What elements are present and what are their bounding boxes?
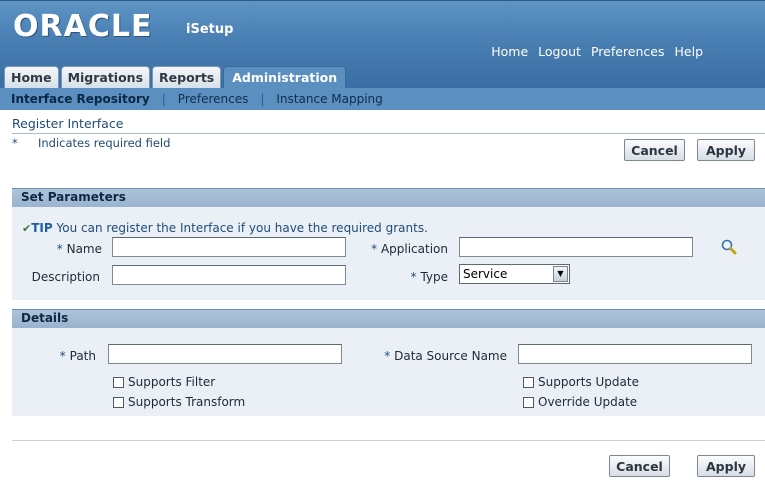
data-source-name-input[interactable] [518,344,752,364]
subtab-interface-repository[interactable]: Interface Repository [11,92,150,106]
required-marker: * [410,270,417,284]
required-marker: * [59,349,66,363]
cancel-button-bottom[interactable]: Cancel [609,455,670,477]
app-name: iSetup [186,22,234,37]
cancel-button-label: Cancel [631,142,678,158]
required-marker: * [56,242,63,256]
app-header: ORACLE iSetup Home Logout Preferences He… [0,0,765,89]
data-source-name-label-text: Data Source Name [394,349,507,363]
path-input[interactable] [108,344,342,364]
checkmark-icon: ✔ [22,222,32,235]
tab-administration[interactable]: Administration [223,66,347,89]
apply-button-bottom[interactable]: Apply [697,455,755,477]
subtab-preferences[interactable]: Preferences [178,92,249,106]
checkbox-box[interactable] [113,376,124,388]
application-input[interactable] [459,237,693,257]
checkbox-box[interactable] [523,396,534,408]
supports-filter-label: Supports Filter [128,375,216,389]
details-header: Details [12,309,765,328]
set-parameters-header: Set Parameters [12,188,765,207]
title-divider [12,133,765,134]
path-label-text: Path [69,349,96,363]
supports-update-checkbox[interactable]: Supports Update [523,375,639,389]
required-marker: * [371,242,378,256]
search-icon[interactable] [720,238,738,256]
global-link-logout[interactable]: Logout [538,44,581,59]
type-select[interactable]: Service ▼ [459,264,570,284]
tip-message: ✔TIP You can register the Interface if y… [22,221,428,235]
subtab-separator: | [161,92,166,106]
required-field-note: * Indicates required field [12,136,170,150]
required-star: * [12,136,18,150]
global-links: Home Logout Preferences Help [491,44,703,59]
type-label-text: Type [420,270,448,284]
checkbox-box[interactable] [113,396,124,408]
footer-divider [12,440,765,441]
subtab-bar: Interface Repository | Preferences | Ins… [0,88,765,110]
oracle-logo: ORACLE [13,9,153,44]
global-link-help[interactable]: Help [675,44,704,59]
name-label: * Name [40,242,102,256]
apply-button-label: Apply [706,458,747,474]
required-marker: * [384,349,391,363]
supports-transform-label: Supports Transform [128,395,246,409]
subtab-instance-mapping[interactable]: Instance Mapping [276,92,382,106]
data-source-name-label: * Data Source Name [370,349,507,363]
tab-migrations[interactable]: Migrations [60,66,151,89]
type-label: * Type [376,270,448,284]
description-input[interactable] [112,265,346,285]
tip-text: You can register the Interface if you ha… [56,221,428,235]
override-update-checkbox[interactable]: Override Update [523,395,637,409]
checkbox-box[interactable] [523,376,534,388]
tip-label: TIP [31,221,53,235]
path-label: * Path [30,349,96,363]
subtab-separator: | [260,92,265,106]
cancel-button-label: Cancel [616,458,663,474]
apply-button-top[interactable]: Apply [697,139,755,161]
type-select-value: Service [463,267,508,281]
global-link-preferences[interactable]: Preferences [591,44,665,59]
apply-button-label: Apply [706,142,747,158]
main-tabs: Home Migrations Reports Administration [4,66,347,89]
tab-reports[interactable]: Reports [152,66,222,89]
cancel-button-top[interactable]: Cancel [624,139,685,161]
application-label: * Application [356,242,448,256]
supports-transform-checkbox[interactable]: Supports Transform [113,395,245,409]
required-note-text: Indicates required field [38,136,171,150]
supports-update-label: Supports Update [538,375,639,389]
tab-home[interactable]: Home [4,66,59,89]
name-input[interactable] [112,237,346,257]
application-label-text: Application [380,242,448,256]
global-link-home[interactable]: Home [491,44,528,59]
supports-filter-checkbox[interactable]: Supports Filter [113,375,215,389]
override-update-label: Override Update [538,395,638,409]
page-title: Register Interface [12,116,124,131]
description-label: Description [31,270,100,284]
chevron-down-icon[interactable]: ▼ [553,266,568,282]
name-label-text: Name [66,242,102,256]
